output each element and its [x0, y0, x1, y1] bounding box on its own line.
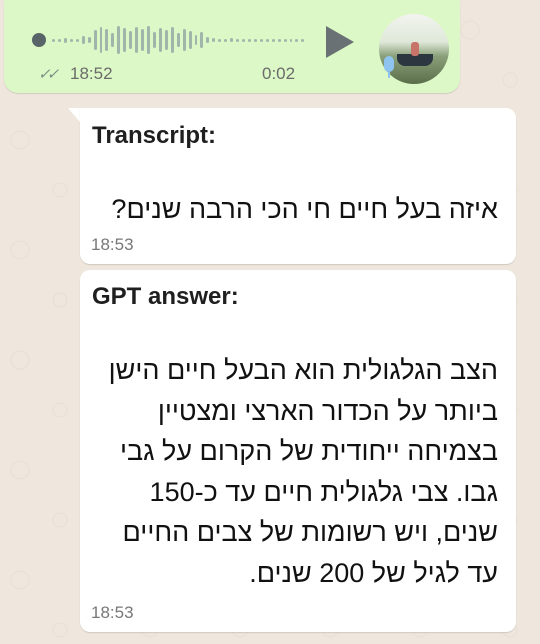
gpt-answer-label: GPT answer:	[92, 283, 239, 310]
microphone-stand	[388, 72, 390, 78]
double-check-icon: ✓✓	[38, 66, 59, 83]
audio-waveform[interactable]	[52, 24, 305, 56]
avatar-person-shape	[411, 42, 419, 56]
voice-message-time: 18:52	[70, 64, 113, 83]
bubble-tail	[68, 108, 80, 122]
voice-message-bubble[interactable]: ✓✓ 18:52 0:02	[4, 0, 460, 93]
gpt-answer-time: 18:53	[91, 603, 134, 622]
voice-message-duration: 0:02	[262, 64, 296, 83]
transcript-text: איזה בעל חיים חי הכי הרבה שנים?	[111, 194, 498, 224]
transcript-time: 18:53	[91, 235, 134, 254]
playback-position-dot[interactable]	[32, 33, 46, 47]
microphone-icon	[384, 56, 394, 72]
gpt-answer-text: הצב הגלגולית הוא הבעל חיים הישן ביותר על…	[108, 355, 498, 588]
transcript-label: Transcript:	[92, 122, 217, 149]
transcript-bubble[interactable]: Transcript: איזה בעל חיים חי הכי הרבה שנ…	[80, 108, 516, 264]
gpt-answer-bubble[interactable]: GPT answer: הצב הגלגולית הוא הבעל חיים ה…	[80, 270, 516, 632]
play-icon[interactable]	[326, 26, 354, 58]
